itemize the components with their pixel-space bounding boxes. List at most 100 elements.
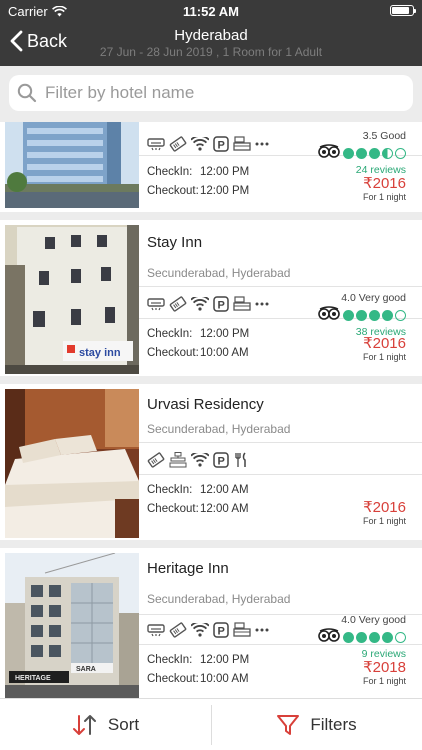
more-icon (255, 301, 269, 307)
price-period: For 1 night (362, 352, 406, 362)
checkin-time: 12:00 PM (200, 653, 250, 666)
ac-icon (147, 623, 165, 637)
price: ₹2016 For 1 night (363, 174, 406, 202)
search-placeholder: Filter by hotel name (45, 83, 195, 102)
hotel-photo: SARA HERITAGE (5, 553, 139, 698)
price-amount: ₹2016 (363, 499, 406, 516)
battery-icon (390, 5, 416, 16)
status-bar: Carrier 11:52 AM (0, 0, 422, 22)
navigation-bar: Back Hyderabad 27 Jun - 28 Jun 2019 , 1 … (0, 22, 422, 66)
hotel-card[interactable]: P CheckIn: 12:00 PM Checkout: 12:00 PM 3.5… (0, 122, 422, 212)
divider (139, 286, 422, 287)
elevator-icon (169, 452, 187, 468)
divider (139, 474, 422, 475)
page-subtitle: 27 Jun - 28 Jun 2019 , 1 Room for 1 Adul… (99, 45, 323, 59)
more-icon (255, 627, 269, 633)
hotel-card[interactable]: stay inn Stay Inn Secunderabad, Hyderaba… (0, 220, 422, 376)
ac-icon (147, 137, 165, 151)
search-input[interactable]: Filter by hotel name (9, 75, 413, 111)
rating-bubble (382, 310, 393, 321)
amenities: P (147, 296, 269, 312)
checkout-time: 10:00 AM (200, 672, 249, 685)
rating-bubble (343, 632, 354, 643)
rating-bubble (356, 632, 367, 643)
check-times: CheckIn: 12:00 PM Checkout: 10:00 AM (147, 324, 249, 362)
checkout-label: Checkout: (147, 184, 199, 197)
rating-bubble (395, 310, 406, 321)
rating-bubble (382, 632, 393, 643)
check-times: CheckIn: 12:00 PM Checkout: 10:00 AM (147, 650, 249, 688)
rating: 3.5 Good 24 reviews (318, 130, 406, 176)
hotel-card[interactable]: Urvasi Residency Secunderabad, Hyderabad… (0, 384, 422, 540)
rating-label: 3.5 Good (362, 130, 406, 142)
rating: 4.0 Very good 38 reviews (318, 292, 406, 338)
checkin-label: CheckIn: (147, 483, 193, 496)
wifi-icon (191, 137, 209, 151)
hotel-location: Secunderabad, Hyderabad (147, 422, 291, 436)
checkin-time: 12:00 PM (200, 327, 250, 340)
checkout-time: 12:00 AM (200, 502, 249, 515)
hotel-name[interactable]: Heritage Inn (147, 560, 229, 577)
checkin-label: CheckIn: (147, 165, 193, 178)
search-bar: Filter by hotel name (0, 66, 422, 122)
search-icon (17, 83, 37, 103)
bed-icon (233, 136, 251, 152)
price: ₹2018 For 1 night (363, 658, 406, 686)
hotel-photo: stay inn (5, 225, 139, 374)
checkin-label: CheckIn: (147, 327, 193, 340)
more-icon (255, 141, 269, 147)
parking-icon: P (213, 622, 229, 638)
price-period: For 1 night (362, 516, 406, 526)
price-period: For 1 night (362, 192, 406, 202)
ac-icon (147, 297, 165, 311)
rating-label: 4.0 Very good (341, 614, 406, 626)
rating-bubble (356, 310, 367, 321)
hotel-list: P CheckIn: 12:00 PM Checkout: 12:00 PM 3.5… (0, 122, 422, 698)
hotel-card[interactable]: SARA HERITAGE Heritage Inn Secunderabad,… (0, 548, 422, 698)
rating-bubble (369, 310, 380, 321)
rating-bubble (369, 632, 380, 643)
price: ₹2016 For 1 night (363, 498, 406, 526)
checkout-label: Checkout: (147, 346, 199, 359)
rating-bubbles (343, 310, 406, 321)
checkin-time: 12:00 AM (200, 483, 249, 496)
svg-text:P: P (218, 300, 225, 312)
divider (139, 442, 422, 443)
status-time: 11:52 AM (183, 4, 239, 19)
filter-icon (277, 715, 300, 735)
rating-bubble (356, 148, 367, 159)
hotel-location: Secunderabad, Hyderabad (147, 592, 291, 606)
ticket-icon (147, 452, 165, 468)
hotel-photo (5, 389, 139, 538)
sort-button[interactable]: Sort (0, 699, 211, 750)
heritage-sign: HERITAGE (15, 675, 51, 682)
tripadvisor-icon (318, 144, 340, 163)
hotel-location: Secunderabad, Hyderabad (147, 266, 291, 280)
rating-bubble (395, 632, 406, 643)
rating: 4.0 Very good 9 reviews (318, 614, 406, 660)
checkout-label: Checkout: (147, 672, 199, 685)
checkout-time: 10:00 AM (200, 346, 249, 359)
checkout-time: 12:00 PM (200, 184, 250, 197)
page-title: Hyderabad (174, 27, 248, 44)
wifi-icon (191, 297, 209, 311)
stay-inn-sign: stay inn (79, 347, 121, 359)
rating-bubble (395, 148, 406, 159)
checkin-time: 12:00 PM (200, 165, 250, 178)
svg-text:P: P (218, 456, 225, 468)
price-period: For 1 night (362, 676, 406, 686)
check-times: CheckIn: 12:00 PM Checkout: 12:00 PM (147, 162, 249, 200)
amenities: P (147, 452, 249, 468)
hotel-name[interactable]: Stay Inn (147, 234, 202, 251)
rating-bubbles (343, 148, 406, 159)
bed-icon (233, 296, 251, 312)
ticket-icon (169, 296, 187, 312)
sort-label: Sort (107, 715, 140, 734)
top-bar: Carrier 11:52 AM Back Hyderabad 27 Jun -… (0, 0, 422, 66)
hotel-name[interactable]: Urvasi Residency (147, 396, 264, 413)
check-times: CheckIn: 12:00 AM Checkout: 12:00 AM (147, 480, 249, 518)
filters-button[interactable]: Filters (211, 699, 422, 750)
filters-label: Filters (310, 715, 357, 734)
rating-bubble (343, 148, 354, 159)
checkin-label: CheckIn: (147, 653, 193, 666)
